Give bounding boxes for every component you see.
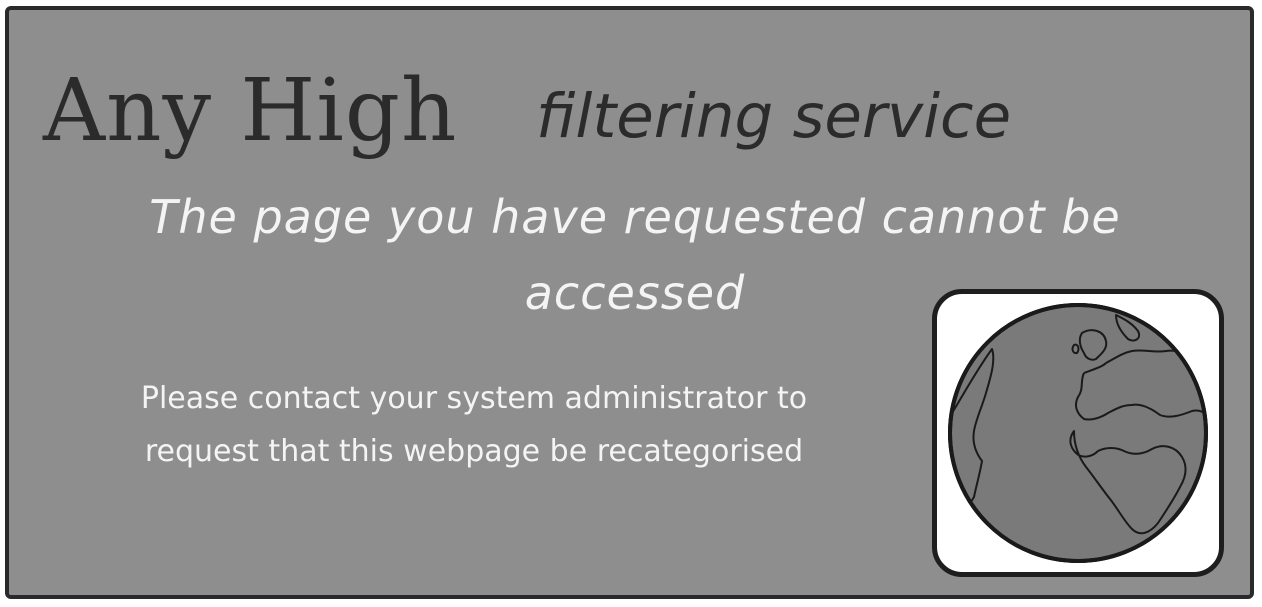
- service-name: filtering service: [536, 81, 1012, 152]
- message-line-1: Please contact your system administrator…: [140, 381, 808, 416]
- globe-icon-box: [932, 289, 1224, 577]
- contact-admin-message: Please contact your system administrator…: [69, 372, 879, 478]
- headline-line-1: The page you have requested cannot be: [149, 190, 1121, 244]
- globe-icon: [948, 303, 1208, 563]
- blocked-page-panel: Any High filtering service The page you …: [5, 6, 1254, 599]
- message-line-2: request that this webpage be recategoris…: [144, 434, 804, 469]
- brand-name: Any High: [43, 61, 458, 161]
